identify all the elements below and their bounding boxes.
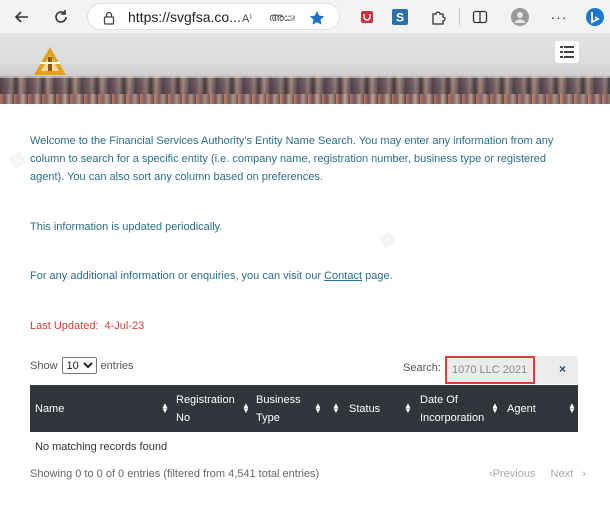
fsa-logo-icon[interactable]: [30, 43, 70, 79]
back-arrow-icon: [14, 11, 28, 23]
next-button[interactable]: Next ›: [551, 468, 586, 480]
column-status-label: Status: [349, 402, 381, 415]
column-name[interactable]: Name: [35, 385, 163, 432]
split-screen-icon[interactable]: [467, 4, 493, 30]
column-business-l2: Type: [256, 411, 280, 424]
column-agent[interactable]: Agent: [507, 385, 557, 432]
back-button[interactable]: [9, 4, 35, 30]
previous-button[interactable]: ‹Previous: [489, 468, 541, 480]
entity-table: Name ▲ ▼ Registration No ▲ ▼ Business Type ▲…: [30, 385, 578, 462]
next-label: Next: [550, 468, 574, 480]
show-label: Show: [30, 359, 58, 372]
more-options-icon[interactable]: ···: [546, 4, 572, 30]
table-info-text: Showing 0 to 0 of 0 entries (filtered fr…: [30, 468, 320, 480]
previous-label: Previous: [492, 468, 536, 480]
sort-arrows-icon[interactable]: ▲ ▼: [314, 402, 322, 415]
table-header: Name ▲ ▼ Registration No ▲ ▼ Business Type ▲…: [30, 385, 578, 432]
entries-label: entries: [100, 359, 134, 372]
contact-link[interactable]: Contact: [324, 270, 362, 282]
pagination: ‹Previous Next ›: [489, 468, 592, 480]
refresh-button[interactable]: [48, 4, 74, 30]
updated-periodically-text: This information is updated periodically…: [30, 221, 223, 233]
show-entries-control: Show 10 entries: [30, 357, 134, 374]
contact-text: For any additional information or enquir…: [30, 267, 393, 285]
lock-icon[interactable]: [100, 9, 118, 27]
sort-arrows-icon[interactable]: ▲ ▼: [491, 402, 499, 415]
column-agent-label: Agent: [507, 402, 536, 415]
last-updated-date: 4-Jul-23: [104, 320, 145, 332]
profile-avatar-icon[interactable]: [507, 4, 533, 30]
column-name-label: Name: [35, 402, 65, 415]
search-input[interactable]: [445, 356, 535, 384]
watermark: ▨: [6, 148, 28, 171]
svg-text:S: S: [396, 11, 404, 25]
column-business-type[interactable]: Business Type: [256, 385, 316, 432]
browser-toolbar: https://svgfsa.co... A⁾ അඍ S ···: [0, 0, 610, 33]
column-date-l1: Date Of: [420, 393, 458, 406]
banner-haze: [0, 33, 610, 78]
read-aloud-icon[interactable]: A⁾: [238, 9, 256, 27]
no-records-text: No matching records found: [35, 441, 168, 453]
toolbar-divider: [459, 8, 460, 25]
translate-icon[interactable]: അඍ: [269, 9, 295, 27]
bing-copilot-icon[interactable]: [582, 4, 608, 30]
column-business-l1: Business: [256, 393, 301, 406]
extensions-puzzle-icon[interactable]: [425, 4, 451, 30]
sort-arrows-icon[interactable]: ▲ ▼: [332, 402, 340, 415]
clear-search-icon[interactable]: ×: [559, 362, 566, 376]
hamburger-menu-icon: [560, 46, 574, 58]
sort-arrows-icon[interactable]: ▲ ▼: [568, 402, 576, 415]
sort-arrows-icon[interactable]: ▲ ▼: [161, 402, 169, 415]
contact-suffix: page.: [362, 270, 393, 282]
column-registration-l1: Registration: [176, 393, 235, 406]
empty-table-row: No matching records found: [30, 432, 578, 462]
refresh-icon: [55, 10, 67, 23]
search-label: Search:: [403, 362, 441, 374]
last-updated-label: Last Updated:: [30, 320, 99, 332]
welcome-text: Welcome to the Financial Services Author…: [30, 135, 554, 183]
column-date-l2: Incorporation: [420, 411, 485, 424]
last-updated: Last Updated: 4-Jul-23: [30, 317, 144, 335]
column-registration-l2: No: [176, 411, 191, 424]
column-status[interactable]: Status: [349, 385, 399, 432]
contact-prefix: For any additional information or enquir…: [30, 270, 325, 282]
address-bar[interactable]: https://svgfsa.co... A⁾ അඍ: [87, 3, 340, 30]
sort-arrows-icon[interactable]: ▲ ▼: [242, 402, 250, 415]
header-banner: [0, 33, 610, 104]
banner-city-lights: [0, 94, 610, 104]
url-text[interactable]: https://svgfsa.co...: [128, 9, 241, 25]
favorite-star-icon[interactable]: [308, 9, 326, 27]
shield-extension-icon[interactable]: [354, 4, 380, 30]
entries-per-page-select[interactable]: 10: [61, 357, 97, 374]
s-extension-icon[interactable]: S: [387, 4, 413, 30]
hamburger-menu-button[interactable]: [555, 41, 579, 63]
watermark: ▨: [376, 228, 398, 251]
column-registration-no[interactable]: Registration No: [176, 385, 251, 432]
sort-arrows-icon[interactable]: ▲ ▼: [404, 402, 412, 415]
column-date-of-incorporation[interactable]: Date Of Incorporation: [420, 385, 500, 432]
